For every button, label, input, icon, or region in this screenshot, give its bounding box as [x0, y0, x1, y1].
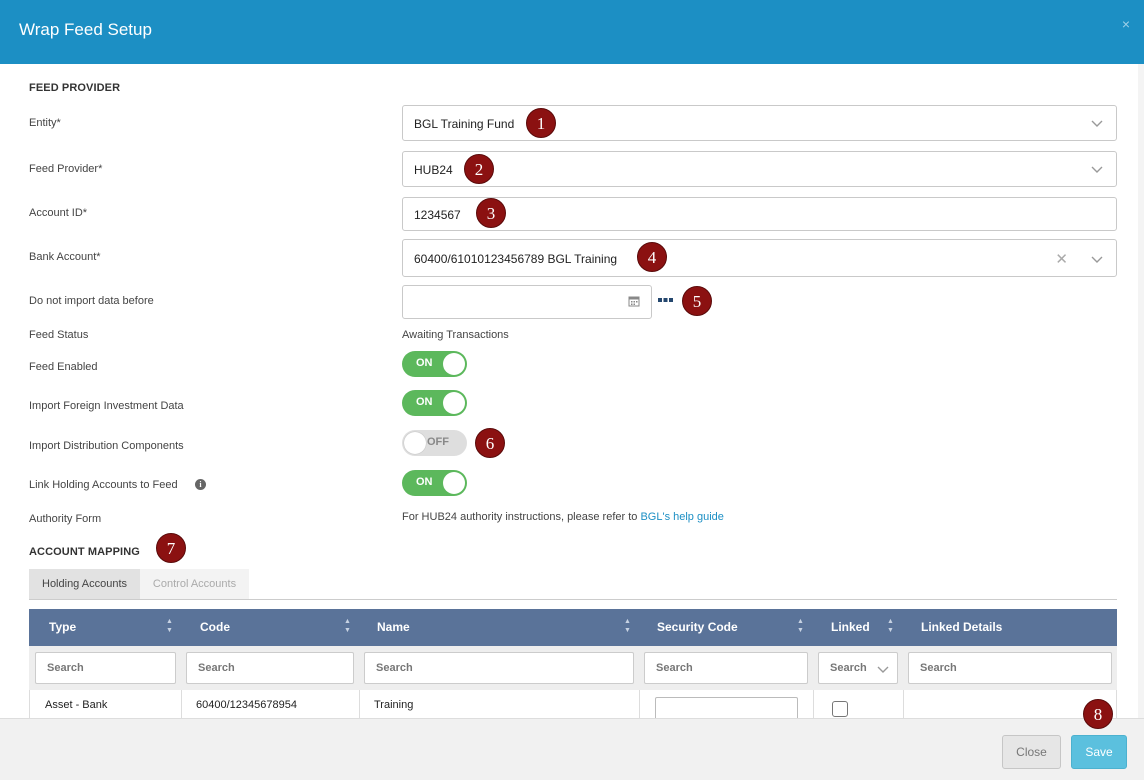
- account-id-input[interactable]: 1234567: [402, 197, 1117, 231]
- dialog-header: Wrap Feed Setup ×: [0, 0, 1144, 64]
- authority-form-label: Authority Form: [29, 513, 102, 525]
- bank-account-select[interactable]: 60400/61010123456789 BGL Training ✕: [402, 239, 1117, 277]
- more-options-icon[interactable]: [658, 296, 674, 304]
- authority-form-text: For HUB24 authority instructions, please…: [402, 511, 724, 523]
- import-foreign-toggle[interactable]: ON: [402, 390, 467, 416]
- toggle-state: ON: [416, 357, 433, 369]
- annotation-badge: 7: [156, 533, 186, 563]
- feed-enabled-label: Feed Enabled: [29, 361, 98, 373]
- entity-value: BGL Training Fund: [414, 117, 515, 131]
- annotation-badge: 1: [526, 108, 556, 138]
- account-id-label: Account ID*: [29, 207, 88, 219]
- feed-provider-select[interactable]: HUB24: [402, 151, 1117, 187]
- code-search-input[interactable]: Search: [186, 652, 354, 684]
- cell-name: Training: [374, 699, 414, 711]
- linked-search-select[interactable]: Search: [818, 652, 898, 684]
- info-icon[interactable]: i: [195, 479, 206, 490]
- link-holding-toggle[interactable]: ON: [402, 470, 467, 496]
- sort-icon[interactable]: ▲ ▼: [166, 617, 173, 635]
- tab-control-accounts[interactable]: Control Accounts: [140, 569, 249, 599]
- filter-row: Search Search Search Search Search Searc…: [29, 646, 1117, 690]
- cell-type: Asset - Bank: [45, 699, 108, 711]
- security-code-search-input[interactable]: Search: [644, 652, 808, 684]
- type-search-input[interactable]: Search: [35, 652, 176, 684]
- scrollbar[interactable]: [1138, 64, 1144, 718]
- section-title-feed-provider: FEED PROVIDER: [29, 82, 121, 94]
- feed-provider-value: HUB24: [414, 163, 453, 177]
- bank-account-value: 60400/61010123456789 BGL Training: [414, 252, 618, 266]
- bank-account-label: Bank Account*: [29, 251, 101, 263]
- column-header-linked[interactable]: Linked: [831, 620, 870, 634]
- clear-icon[interactable]: ✕: [1055, 250, 1068, 268]
- toggle-state: OFF: [427, 436, 449, 448]
- annotation-badge: 8: [1083, 699, 1113, 729]
- feed-provider-label: Feed Provider*: [29, 163, 103, 175]
- calendar-icon[interactable]: [628, 295, 640, 307]
- chevron-down-icon: [1091, 166, 1103, 173]
- annotation-badge: 5: [682, 286, 712, 316]
- annotation-badge: 2: [464, 154, 494, 184]
- name-search-input[interactable]: Search: [364, 652, 634, 684]
- feed-status-value: Awaiting Transactions: [402, 329, 509, 341]
- close-button[interactable]: Close: [1002, 735, 1061, 769]
- chevron-down-icon: [877, 666, 889, 673]
- import-before-label: Do not import data before: [29, 295, 154, 307]
- chevron-down-icon: [1091, 256, 1103, 263]
- close-icon[interactable]: ×: [1122, 16, 1130, 32]
- help-guide-link[interactable]: BGL's help guide: [640, 511, 723, 523]
- column-header-linked-details[interactable]: Linked Details: [921, 620, 1002, 634]
- tab-holding-accounts[interactable]: Holding Accounts: [29, 569, 140, 599]
- column-header-security-code[interactable]: Security Code: [657, 620, 738, 634]
- sort-icon[interactable]: ▲ ▼: [887, 617, 894, 635]
- dialog-title: Wrap Feed Setup: [19, 20, 152, 39]
- table-header: Type ▲ ▼ Code ▲ ▼ Name ▲ ▼ Security Code ▲ ▼…: [29, 609, 1117, 646]
- section-title-account-mapping: ACCOUNT MAPPING: [29, 546, 140, 558]
- sort-icon[interactable]: ▲ ▼: [624, 617, 631, 635]
- entity-label: Entity*: [29, 117, 61, 129]
- import-distribution-label: Import Distribution Components: [29, 440, 184, 452]
- entity-select[interactable]: BGL Training Fund: [402, 105, 1117, 141]
- link-holding-label: Link Holding Accounts to Feed: [29, 479, 178, 491]
- tab-divider: [29, 599, 1117, 600]
- annotation-badge: 4: [637, 242, 667, 272]
- save-button[interactable]: Save: [1071, 735, 1127, 769]
- linked-details-search-input[interactable]: Search: [908, 652, 1112, 684]
- import-foreign-label: Import Foreign Investment Data: [29, 400, 184, 412]
- annotation-badge: 3: [476, 198, 506, 228]
- cell-code: 60400/12345678954: [196, 699, 297, 711]
- chevron-down-icon: [1091, 120, 1103, 127]
- column-header-code[interactable]: Code: [200, 620, 230, 634]
- annotation-badge: 6: [475, 428, 505, 458]
- import-distribution-toggle[interactable]: OFF: [402, 430, 467, 456]
- account-id-value: 1234567: [414, 208, 461, 222]
- feed-status-label: Feed Status: [29, 329, 89, 341]
- toggle-state: ON: [416, 476, 433, 488]
- column-header-name[interactable]: Name: [377, 620, 410, 634]
- linked-checkbox[interactable]: [832, 701, 848, 717]
- column-header-type[interactable]: Type: [49, 620, 76, 634]
- import-before-date-input[interactable]: [402, 285, 652, 319]
- dialog-footer: Close Save: [0, 718, 1144, 780]
- sort-icon[interactable]: ▲ ▼: [344, 617, 351, 635]
- toggle-state: ON: [416, 396, 433, 408]
- sort-icon[interactable]: ▲ ▼: [797, 617, 804, 635]
- feed-enabled-toggle[interactable]: ON: [402, 351, 467, 377]
